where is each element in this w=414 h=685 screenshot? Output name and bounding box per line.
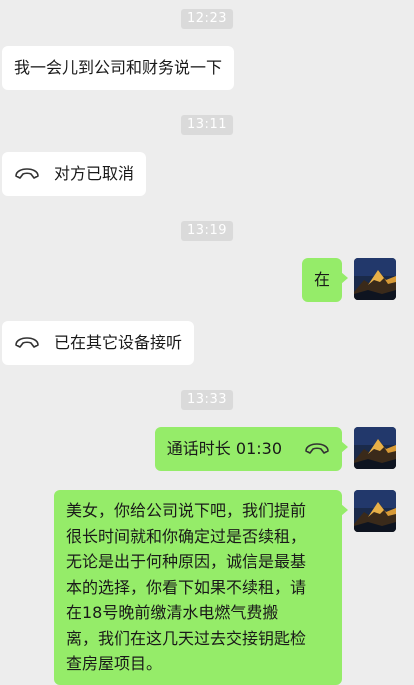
message-line: 查房屋项目。 (66, 654, 163, 673)
call-status-text: 对方已取消 (54, 164, 135, 183)
call-status-text: 已在其它设备接听 (54, 333, 183, 352)
incoming-message[interactable]: 我一会儿到公司和财务说一下 (2, 46, 235, 90)
timestamp: 13:11 (181, 115, 233, 135)
outgoing-call-record[interactable]: 通话时长 01:30 (154, 427, 349, 471)
mountain-avatar-icon (354, 427, 396, 469)
user-avatar[interactable] (354, 490, 396, 532)
incoming-call-record[interactable]: 对方已取消 (2, 152, 147, 196)
message-line: 离，我们在这几天过去交接钥匙检 (66, 628, 307, 648)
message-text: 在 (313, 270, 330, 289)
outgoing-message[interactable]: 美女，你给公司说下吧，我们提前 很长时间就和你确定过是否续租， 无论是出于何种原… (54, 490, 348, 685)
mountain-avatar-icon (354, 258, 396, 300)
user-avatar[interactable] (354, 427, 396, 469)
timestamp: 13:33 (181, 390, 233, 410)
message-line: 无论是出于何种原因，诚信是最基 (66, 552, 307, 571)
phone-hangup-icon (15, 337, 39, 348)
incoming-call-record[interactable]: 已在其它设备接听 (2, 321, 195, 365)
call-duration-text: 通话时长 01:30 (166, 439, 282, 458)
timestamp: 12:23 (181, 9, 233, 29)
message-text: 我一会儿到公司和财务说一下 (14, 58, 223, 77)
message-line: 美女，你给公司说下吧，我们提前 (66, 501, 307, 520)
phone-hangup-icon (15, 168, 39, 179)
message-line: 很长时间就和你确定过是否续租， (66, 526, 307, 546)
message-line: 本的选择，你看下如果不续租，请 (66, 577, 307, 597)
mountain-avatar-icon (354, 490, 396, 532)
message-line: 在18号晚前缴清水电燃气费搬 (66, 603, 279, 622)
outgoing-message[interactable]: 在 (301, 258, 349, 302)
user-avatar[interactable] (354, 258, 396, 300)
phone-hangup-icon (305, 443, 329, 454)
timestamp: 13:19 (181, 221, 233, 241)
